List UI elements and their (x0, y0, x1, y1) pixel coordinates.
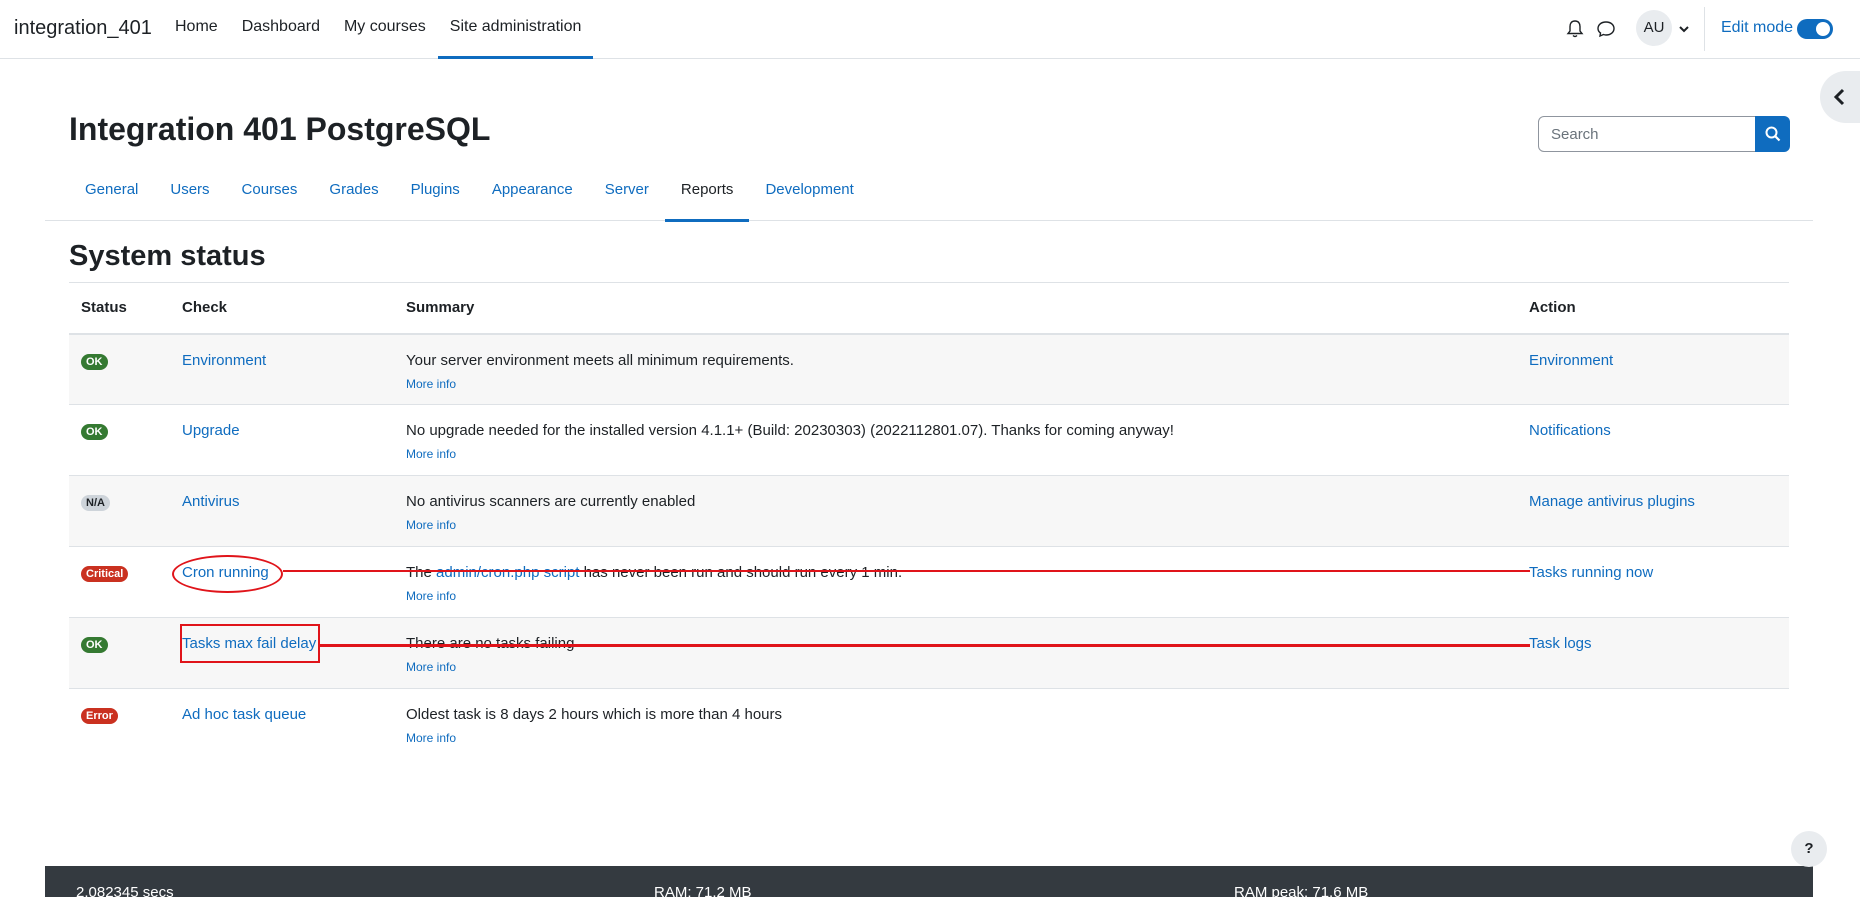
tab-development[interactable]: Development (749, 165, 869, 221)
tab-grades[interactable]: Grades (313, 165, 394, 221)
tab-plugins[interactable]: Plugins (395, 165, 476, 221)
search-button[interactable] (1755, 116, 1790, 152)
more-info-link[interactable]: More info (406, 447, 1505, 461)
action-link[interactable]: Notifications (1529, 422, 1611, 439)
table-header-row: Status Check Summary Action (69, 282, 1789, 335)
tab-users[interactable]: Users (154, 165, 225, 221)
nav-item-home[interactable]: Home (163, 0, 230, 59)
tab-reports[interactable]: Reports (664, 165, 750, 222)
table-row: OK Environment Your server environment m… (69, 333, 1789, 405)
check-link[interactable]: Ad hoc task queue (182, 706, 306, 723)
table-row: Error Ad hoc task queue Oldest task is 8… (69, 688, 1789, 760)
action-link[interactable]: Tasks running now (1529, 564, 1653, 581)
annotation-rectangle (180, 624, 320, 663)
status-badge: Error (81, 708, 118, 724)
top-navbar: integration_401 Home Dashboard My course… (0, 0, 1860, 59)
status-badge: OK (81, 424, 108, 440)
primary-navigation: Home Dashboard My courses Site administr… (163, 0, 594, 59)
annotation-line (283, 570, 1530, 572)
table-row: OK Tasks max fail delay There are no tas… (69, 617, 1789, 689)
site-brand[interactable]: integration_401 (14, 17, 152, 40)
check-link[interactable]: Antivirus (182, 493, 240, 510)
header-status: Status (69, 282, 170, 335)
search-input[interactable] (1538, 116, 1756, 152)
footer-ram: RAM: 71.2 MB (654, 884, 752, 897)
chevron-down-icon[interactable] (1677, 22, 1691, 36)
summary-text-post: has never been run and should run every … (579, 564, 903, 581)
chevron-left-icon (1833, 88, 1845, 106)
status-badge: OK (81, 637, 108, 653)
annotation-ellipse (172, 555, 283, 593)
header-action: Action (1517, 282, 1789, 335)
table-row: Critical Cron running The admin/cron.php… (69, 546, 1789, 618)
tab-general[interactable]: General (69, 165, 154, 221)
status-badge: N/A (81, 495, 110, 511)
status-badge: Critical (81, 566, 129, 582)
table-row: N/A Antivirus No antivirus scanners are … (69, 475, 1789, 547)
tab-courses[interactable]: Courses (226, 165, 314, 221)
footer-time: 2.082345 secs (76, 884, 174, 897)
page-footer: 2.082345 secs RAM: 71.2 MB RAM peak: 71.… (45, 866, 1813, 897)
nav-item-my-courses[interactable]: My courses (332, 0, 438, 59)
status-badge: OK (81, 353, 108, 370)
navbar-divider (1704, 7, 1705, 51)
table-row: OK Upgrade No upgrade needed for the ins… (69, 404, 1789, 476)
summary-text: Oldest task is 8 days 2 hours which is m… (406, 706, 783, 723)
summary-text-pre: The (406, 564, 437, 581)
action-link[interactable]: Environment (1529, 352, 1613, 369)
summary-text: No upgrade needed for the installed vers… (406, 422, 1174, 439)
system-status-table: Status Check Summary Action OK Environme… (69, 282, 1789, 760)
tab-server[interactable]: Server (589, 165, 665, 221)
summary-text: Your server environment meets all minimu… (406, 351, 794, 369)
help-button[interactable]: ? (1791, 831, 1827, 867)
edit-mode-toggle[interactable] (1797, 19, 1833, 39)
messages-chat-icon[interactable] (1596, 19, 1616, 39)
more-info-link[interactable]: More info (406, 660, 1505, 674)
more-info-link[interactable]: More info (406, 518, 1505, 532)
secondary-navigation: General Users Courses Grades Plugins App… (45, 165, 1813, 222)
page-title: Integration 401 PostgreSQL (69, 111, 491, 147)
summary-text: No antivirus scanners are currently enab… (406, 493, 696, 510)
search-form (1538, 116, 1790, 152)
action-link[interactable]: Task logs (1529, 635, 1592, 652)
annotation-line (320, 644, 1530, 647)
search-icon (1765, 126, 1781, 142)
nav-item-site-administration[interactable]: Site administration (437, 0, 594, 59)
footer-ram-peak: RAM peak: 71.6 MB (1234, 884, 1369, 897)
more-info-link[interactable]: More info (406, 589, 1505, 603)
header-check: Check (170, 282, 394, 335)
check-link[interactable]: Upgrade (182, 422, 240, 439)
more-info-link[interactable]: More info (406, 377, 1505, 391)
user-avatar[interactable]: AU (1636, 10, 1672, 46)
header-summary: Summary (394, 282, 1517, 335)
more-info-link[interactable]: More info (406, 731, 1505, 745)
notifications-bell-icon[interactable] (1565, 19, 1585, 39)
check-link[interactable]: Environment (182, 352, 266, 369)
section-title: System status (69, 240, 266, 272)
edit-mode-label[interactable]: Edit mode (1721, 19, 1793, 37)
open-drawer-button[interactable] (1820, 71, 1860, 123)
action-link[interactable]: Manage antivirus plugins (1529, 493, 1695, 510)
tab-appearance[interactable]: Appearance (476, 165, 589, 221)
nav-item-dashboard[interactable]: Dashboard (230, 0, 332, 59)
cron-script-link[interactable]: admin/cron.php script (436, 564, 579, 581)
